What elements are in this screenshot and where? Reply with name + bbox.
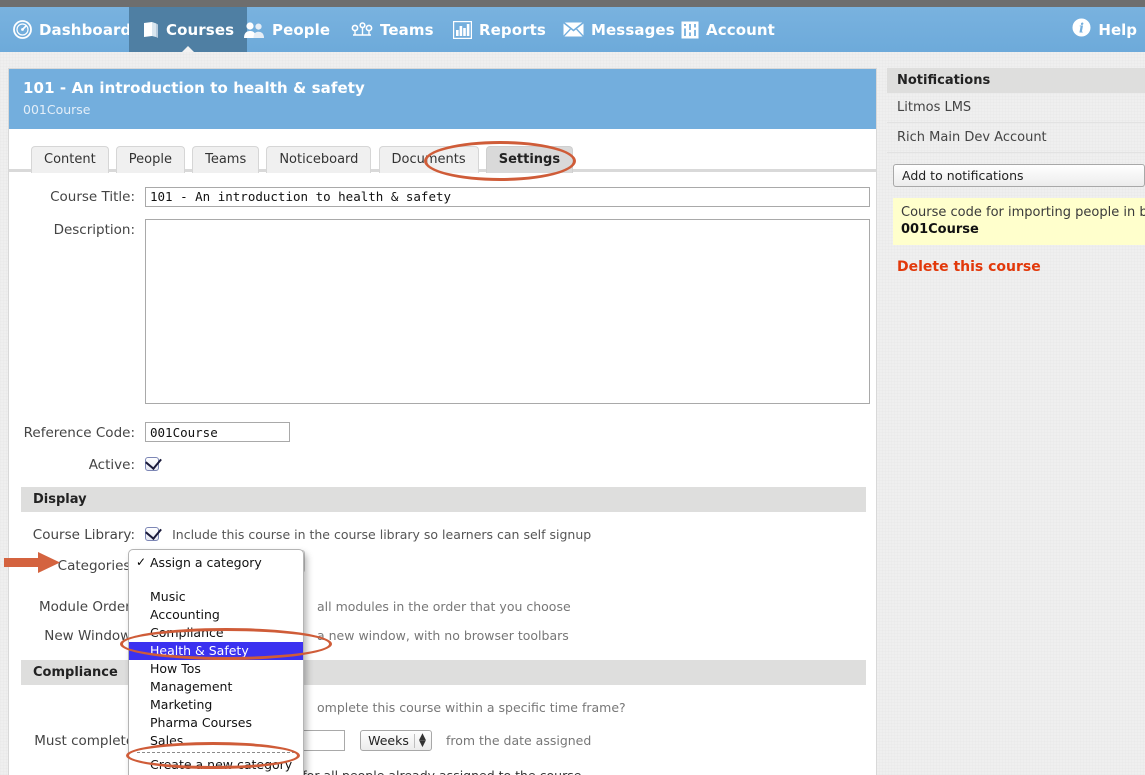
course-code-note: Course code for importing people in b 00… <box>893 198 1145 245</box>
row-description: Description: <box>9 218 876 408</box>
categories-dropdown-menu[interactable]: Assign a category Music Accounting Compl… <box>128 549 304 775</box>
dropdown-item-compliance[interactable]: Compliance <box>129 624 303 642</box>
nav-label: Dashboard <box>39 20 132 39</box>
course-code-note-text: Course code for importing people in b <box>901 205 1145 220</box>
display-section-heading: Display <box>21 487 866 512</box>
from-date-assigned-text: from the date assigned <box>445 733 592 748</box>
dropdown-item-assign-a-category[interactable]: Assign a category <box>129 554 303 572</box>
module-order-label: Module Order: <box>38 599 135 615</box>
description-textarea[interactable] <box>145 218 870 404</box>
course-header: 101 - An introduction to health & safety… <box>9 69 876 129</box>
app-screen: Dashboard Courses People Teams Reports M… <box>0 0 1145 775</box>
nav-item-account[interactable]: Account <box>668 7 788 52</box>
duration-unit-value: Weeks <box>368 733 409 748</box>
nav-label: Account <box>706 20 775 39</box>
dropdown-item-music[interactable]: Music <box>129 588 303 606</box>
row-reference-code: Reference Code: <box>9 422 876 442</box>
tab-settings[interactable]: Settings <box>485 146 574 173</box>
reference-code-label: Reference Code: <box>23 424 135 441</box>
info-icon: i <box>1072 18 1091 41</box>
course-reference-subtitle: 001Course <box>23 102 91 117</box>
dropdown-item-sales[interactable]: Sales <box>129 732 303 750</box>
page-title: 101 - An introduction to health & safety <box>23 79 365 97</box>
dropdown-gap <box>129 572 303 588</box>
nav-label: People <box>272 20 331 39</box>
notification-row-litmos-lms: Litmos LMS <box>887 93 1145 123</box>
dropdown-item-accounting[interactable]: Accounting <box>129 606 303 624</box>
course-tabs: Content People Teams Noticeboard Documen… <box>9 129 876 173</box>
tab-content[interactable]: Content <box>31 146 109 173</box>
nav-item-reports[interactable]: Reports <box>440 7 559 52</box>
dropdown-item-how-tos[interactable]: How Tos <box>129 660 303 678</box>
main-navigation-bar: Dashboard Courses People Teams Reports M… <box>0 7 1145 53</box>
add-to-notifications-value: Add to notifications <box>902 168 1024 183</box>
nav-item-people[interactable]: People <box>230 7 343 52</box>
new-window-hint: a new window, with no browser toolbars <box>317 628 569 643</box>
course-title-input[interactable] <box>145 186 870 207</box>
compliance-question-hint: omplete this course within a specific ti… <box>317 700 626 715</box>
dashboard-gauge-icon <box>13 20 32 39</box>
notifications-heading: Notifications <box>887 68 1145 93</box>
notification-row-rich-main-dev-account: Rich Main Dev Account <box>887 123 1145 153</box>
module-order-hint: all modules in the order that you choose <box>317 599 571 614</box>
dropdown-item-create-a-new-category[interactable]: Create a new category <box>129 756 303 774</box>
nav-label: Messages <box>591 20 675 39</box>
dropdown-item-health-and-safety[interactable]: Health & Safety <box>129 642 303 660</box>
course-library-hint: Include this course in the course librar… <box>172 527 592 542</box>
envelope-icon <box>563 21 584 37</box>
tab-teams[interactable]: Teams <box>192 146 260 173</box>
nav-item-help[interactable]: i Help <box>1072 7 1137 52</box>
tab-noticeboard[interactable]: Noticeboard <box>266 146 372 173</box>
nav-label: Teams <box>380 20 434 39</box>
svg-text:i: i <box>1079 22 1084 37</box>
dropdown-item-pharma-courses[interactable]: Pharma Courses <box>129 714 303 732</box>
reference-code-input[interactable] <box>145 422 290 442</box>
course-library-checkbox[interactable] <box>145 527 159 541</box>
dropdown-item-management[interactable]: Management <box>129 678 303 696</box>
course-library-label: Course Library: <box>32 527 135 543</box>
tab-documents[interactable]: Documents <box>378 146 479 173</box>
sliders-icon <box>681 21 699 39</box>
add-to-notifications-select[interactable]: Add to notifications <box>893 164 1145 187</box>
bar-chart-icon <box>452 20 473 39</box>
spacer-label-2 <box>9 765 145 768</box>
notifications-sidebar: Notifications Litmos LMS Rich Main Dev A… <box>887 68 1145 275</box>
tab-people[interactable]: People <box>115 146 185 173</box>
active-checkbox[interactable] <box>145 457 159 471</box>
new-window-label: New Window: <box>44 628 135 644</box>
teams-icon <box>351 21 373 38</box>
book-icon <box>142 21 159 39</box>
categories-label: Categories: <box>57 558 135 574</box>
active-label: Active: <box>88 457 135 473</box>
course-title-label: Course Title: <box>50 189 135 205</box>
spacer-label <box>9 697 145 700</box>
row-course-library: Course Library: Include this course in t… <box>9 524 876 543</box>
nav-item-dashboard[interactable]: Dashboard <box>0 7 144 52</box>
people-icon <box>243 21 265 39</box>
nav-label: Reports <box>479 20 546 39</box>
window-top-strip <box>0 0 1145 7</box>
nav-help-label: Help <box>1098 20 1137 39</box>
dropdown-item-marketing[interactable]: Marketing <box>129 696 303 714</box>
course-code-note-value: 001Course <box>901 222 979 237</box>
stepper-arrows-icon: ▲ ▼ <box>413 732 426 748</box>
delete-course-link[interactable]: Delete this course <box>897 259 1041 275</box>
row-active: Active: <box>9 454 876 473</box>
row-course-title: Course Title: <box>9 186 876 207</box>
duration-unit-select[interactable]: Weeks ▲ ▼ <box>360 730 432 751</box>
dropdown-separator <box>137 752 295 753</box>
nav-label: Courses <box>166 20 235 39</box>
nav-item-teams[interactable]: Teams <box>338 7 447 52</box>
description-label: Description: <box>53 221 135 238</box>
